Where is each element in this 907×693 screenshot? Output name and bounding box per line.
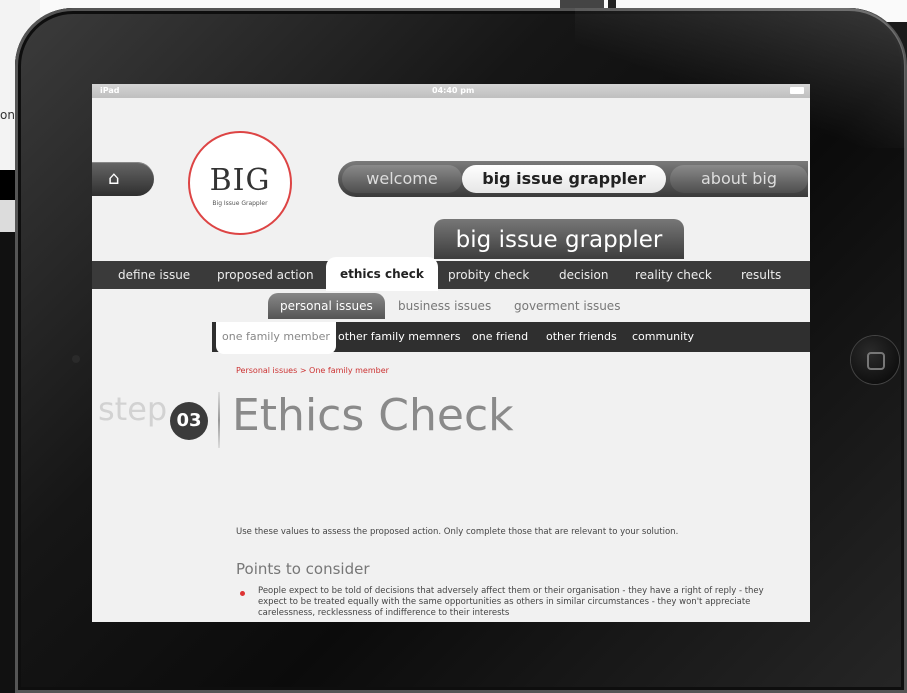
big-issue-grappler-button[interactable]: big issue grappler: [462, 165, 666, 193]
nav-define-issue[interactable]: define issue: [118, 261, 190, 289]
tab-one-family-member[interactable]: one family member: [216, 322, 336, 354]
tab-business-issues[interactable]: business issues: [398, 291, 491, 319]
top-navigation: welcome big issue grappler about big: [338, 161, 808, 197]
nav-reality-check[interactable]: reality check: [635, 261, 712, 289]
tab-personal-issues[interactable]: personal issues: [268, 293, 385, 319]
step-navigation: define issue proposed action ethics chec…: [92, 257, 810, 291]
point-item: People expect to be told of decisions th…: [258, 586, 764, 618]
page-title: Ethics Check: [232, 390, 514, 441]
points-heading: Points to consider: [236, 560, 370, 578]
ipad-screen: iPad 04:40 pm ⌂ BIG Big Issue Grappler w…: [92, 84, 810, 622]
title-divider: [218, 392, 220, 448]
nav-ethics-check[interactable]: ethics check: [326, 257, 438, 291]
device-label: iPad: [100, 86, 120, 95]
logo-subtitle: Big Issue Grappler: [212, 200, 268, 207]
breadcrumb: Personal issues > One family member: [236, 366, 389, 375]
about-big-button[interactable]: about big: [670, 165, 808, 193]
nav-proposed-action[interactable]: proposed action: [217, 261, 314, 289]
step-label: step: [98, 390, 168, 428]
nav-probity-check[interactable]: probity check: [448, 261, 529, 289]
camera-icon: [72, 355, 80, 363]
nav-decision[interactable]: decision: [559, 261, 608, 289]
house-icon: ⌂: [108, 168, 120, 189]
welcome-button[interactable]: welcome: [342, 165, 462, 193]
tab-goverment-issues[interactable]: goverment issues: [514, 291, 620, 319]
relationship-navigation: one family member other family memners o…: [212, 322, 810, 354]
step-number-badge: 03: [170, 402, 208, 440]
big-logo[interactable]: BIG Big Issue Grappler: [188, 131, 292, 235]
tab-community[interactable]: community: [632, 322, 694, 352]
status-time: 04:40 pm: [432, 86, 475, 95]
tab-one-friend[interactable]: one friend: [472, 322, 528, 352]
ipad-home-button[interactable]: [851, 336, 899, 384]
section-title: big issue grappler: [434, 219, 684, 259]
logo-text: BIG: [209, 163, 271, 198]
home-button[interactable]: ⌂: [92, 162, 154, 196]
background-edge-text: on: [0, 108, 15, 122]
intro-text: Use these values to assess the proposed …: [236, 527, 679, 537]
bullet-icon: [240, 591, 245, 596]
issue-type-navigation: personal issues business issues govermen…: [92, 291, 810, 321]
battery-icon: [790, 87, 804, 94]
tab-other-family-members[interactable]: other family memners: [338, 322, 460, 352]
status-bar: iPad 04:40 pm: [92, 84, 810, 98]
tab-other-friends[interactable]: other friends: [546, 322, 617, 352]
nav-results[interactable]: results: [741, 261, 781, 289]
home-square-icon: [867, 352, 885, 370]
